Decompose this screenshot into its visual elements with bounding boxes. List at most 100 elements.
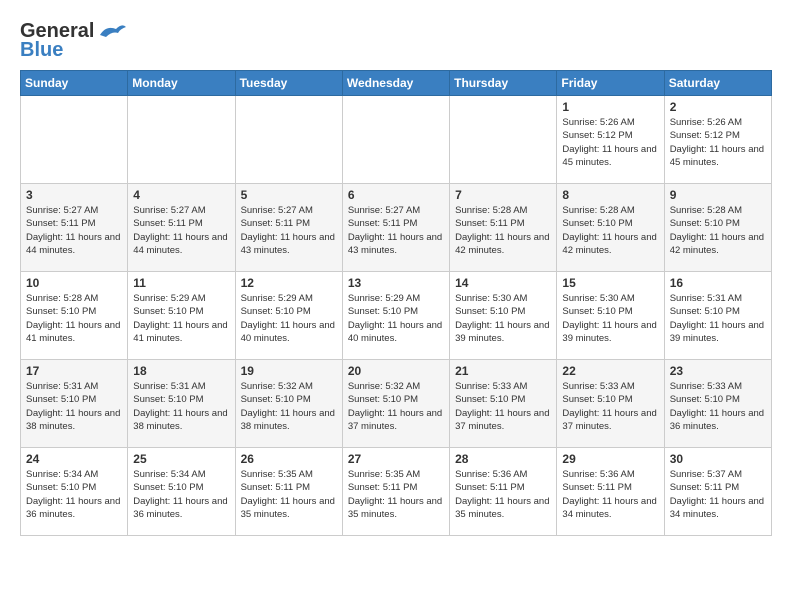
weekday-header-sunday: Sunday: [21, 71, 128, 96]
day-info: Sunrise: 5:30 AM Sunset: 5:10 PM Dayligh…: [455, 292, 551, 345]
calendar-cell: 20 Sunrise: 5:32 AM Sunset: 5:10 PM Dayli…: [342, 360, 449, 448]
calendar-cell: 8Sunrise: 5:28 AM Sunset: 5:10 PM Daylig…: [557, 184, 664, 272]
day-number: 25: [133, 452, 229, 466]
day-info: Sunrise: 5:30 AM Sunset: 5:10 PM Dayligh…: [562, 292, 658, 345]
calendar-table: SundayMondayTuesdayWednesdayThursdayFrid…: [20, 70, 772, 536]
day-number: 23: [670, 364, 766, 378]
calendar-cell: [128, 96, 235, 184]
day-number: 26: [241, 452, 337, 466]
calendar-cell: 6 Sunrise: 5:27 AM Sunset: 5:11 PM Daylig…: [342, 184, 449, 272]
day-info: Sunrise: 5:34 AM Sunset: 5:10 PM Dayligh…: [26, 468, 122, 521]
calendar-cell: 12Sunrise: 5:29 AM Sunset: 5:10 PM Dayli…: [235, 272, 342, 360]
day-info: Sunrise: 5:33 AM Sunset: 5:10 PM Dayligh…: [670, 380, 766, 433]
weekday-header-thursday: Thursday: [450, 71, 557, 96]
day-info: Sunrise: 5:29 AM Sunset: 5:10 PM Dayligh…: [348, 292, 444, 345]
weekday-header-friday: Friday: [557, 71, 664, 96]
day-info: Sunrise: 5:36 AM Sunset: 5:11 PM Dayligh…: [562, 468, 658, 521]
day-info: Sunrise: 5:28 AM Sunset: 5:10 PM Dayligh…: [26, 292, 122, 345]
day-info: Sunrise: 5:26 AM Sunset: 5:12 PM Dayligh…: [670, 116, 766, 169]
day-number: 16: [670, 276, 766, 290]
calendar-cell: 25 Sunrise: 5:34 AM Sunset: 5:10 PM Dayli…: [128, 448, 235, 536]
calendar-cell: 3 Sunrise: 5:27 AM Sunset: 5:11 PM Daylig…: [21, 184, 128, 272]
day-number: 5: [241, 188, 337, 202]
day-number: 27: [348, 452, 444, 466]
calendar-body: 1 Sunrise: 5:26 AM Sunset: 5:12 PM Daylig…: [21, 96, 772, 536]
day-info: Sunrise: 5:31 AM Sunset: 5:10 PM Dayligh…: [133, 380, 229, 433]
day-number: 24: [26, 452, 122, 466]
day-info: Sunrise: 5:31 AM Sunset: 5:10 PM Dayligh…: [670, 292, 766, 345]
day-info: Sunrise: 5:27 AM Sunset: 5:11 PM Dayligh…: [26, 204, 122, 257]
day-number: 1: [562, 100, 658, 114]
day-info: Sunrise: 5:28 AM Sunset: 5:10 PM Dayligh…: [670, 204, 766, 257]
day-number: 12: [241, 276, 337, 290]
day-number: 2: [670, 100, 766, 114]
day-info: Sunrise: 5:36 AM Sunset: 5:11 PM Dayligh…: [455, 468, 551, 521]
day-info: Sunrise: 5:33 AM Sunset: 5:10 PM Dayligh…: [455, 380, 551, 433]
day-info: Sunrise: 5:32 AM Sunset: 5:10 PM Dayligh…: [241, 380, 337, 433]
calendar-cell: 2 Sunrise: 5:26 AM Sunset: 5:12 PM Daylig…: [664, 96, 771, 184]
calendar-cell: 11 Sunrise: 5:29 AM Sunset: 5:10 PM Dayli…: [128, 272, 235, 360]
calendar-cell: 30Sunrise: 5:37 AM Sunset: 5:11 PM Dayli…: [664, 448, 771, 536]
calendar-week-5: 24 Sunrise: 5:34 AM Sunset: 5:10 PM Dayli…: [21, 448, 772, 536]
calendar-cell: 18 Sunrise: 5:31 AM Sunset: 5:10 PM Dayli…: [128, 360, 235, 448]
day-number: 6: [348, 188, 444, 202]
day-number: 19: [241, 364, 337, 378]
day-info: Sunrise: 5:33 AM Sunset: 5:10 PM Dayligh…: [562, 380, 658, 433]
calendar-week-2: 3 Sunrise: 5:27 AM Sunset: 5:11 PM Daylig…: [21, 184, 772, 272]
calendar-cell: 13 Sunrise: 5:29 AM Sunset: 5:10 PM Dayli…: [342, 272, 449, 360]
day-number: 29: [562, 452, 658, 466]
day-info: Sunrise: 5:27 AM Sunset: 5:11 PM Dayligh…: [133, 204, 229, 257]
calendar-cell: 22Sunrise: 5:33 AM Sunset: 5:10 PM Dayli…: [557, 360, 664, 448]
calendar-cell: 16 Sunrise: 5:31 AM Sunset: 5:10 PM Dayli…: [664, 272, 771, 360]
calendar-cell: 9 Sunrise: 5:28 AM Sunset: 5:10 PM Daylig…: [664, 184, 771, 272]
day-number: 11: [133, 276, 229, 290]
weekday-header-saturday: Saturday: [664, 71, 771, 96]
calendar-cell: [342, 96, 449, 184]
calendar-cell: 10 Sunrise: 5:28 AM Sunset: 5:10 PM Dayli…: [21, 272, 128, 360]
calendar-cell: 1 Sunrise: 5:26 AM Sunset: 5:12 PM Daylig…: [557, 96, 664, 184]
day-number: 3: [26, 188, 122, 202]
day-info: Sunrise: 5:32 AM Sunset: 5:10 PM Dayligh…: [348, 380, 444, 433]
logo-blue: Blue: [20, 39, 63, 62]
calendar-cell: 5Sunrise: 5:27 AM Sunset: 5:11 PM Daylig…: [235, 184, 342, 272]
calendar-cell: 23 Sunrise: 5:33 AM Sunset: 5:10 PM Dayli…: [664, 360, 771, 448]
weekday-header-row: SundayMondayTuesdayWednesdayThursdayFrid…: [21, 71, 772, 96]
calendar-cell: 7 Sunrise: 5:28 AM Sunset: 5:11 PM Daylig…: [450, 184, 557, 272]
calendar-cell: 29 Sunrise: 5:36 AM Sunset: 5:11 PM Dayli…: [557, 448, 664, 536]
day-info: Sunrise: 5:34 AM Sunset: 5:10 PM Dayligh…: [133, 468, 229, 521]
calendar-week-3: 10 Sunrise: 5:28 AM Sunset: 5:10 PM Dayli…: [21, 272, 772, 360]
calendar-cell: 17 Sunrise: 5:31 AM Sunset: 5:10 PM Dayli…: [21, 360, 128, 448]
header: General Blue: [20, 20, 772, 62]
weekday-header-monday: Monday: [128, 71, 235, 96]
day-number: 4: [133, 188, 229, 202]
day-info: Sunrise: 5:26 AM Sunset: 5:12 PM Dayligh…: [562, 116, 658, 169]
day-info: Sunrise: 5:37 AM Sunset: 5:11 PM Dayligh…: [670, 468, 766, 521]
day-number: 18: [133, 364, 229, 378]
day-info: Sunrise: 5:28 AM Sunset: 5:10 PM Dayligh…: [562, 204, 658, 257]
day-number: 10: [26, 276, 122, 290]
day-number: 28: [455, 452, 551, 466]
day-number: 13: [348, 276, 444, 290]
day-info: Sunrise: 5:31 AM Sunset: 5:10 PM Dayligh…: [26, 380, 122, 433]
calendar-week-4: 17 Sunrise: 5:31 AM Sunset: 5:10 PM Dayli…: [21, 360, 772, 448]
day-number: 20: [348, 364, 444, 378]
day-info: Sunrise: 5:27 AM Sunset: 5:11 PM Dayligh…: [348, 204, 444, 257]
day-info: Sunrise: 5:29 AM Sunset: 5:10 PM Dayligh…: [133, 292, 229, 345]
calendar-cell: 19 Sunrise: 5:32 AM Sunset: 5:10 PM Dayli…: [235, 360, 342, 448]
day-number: 17: [26, 364, 122, 378]
calendar-cell: 14Sunrise: 5:30 AM Sunset: 5:10 PM Dayli…: [450, 272, 557, 360]
day-info: Sunrise: 5:28 AM Sunset: 5:11 PM Dayligh…: [455, 204, 551, 257]
day-info: Sunrise: 5:35 AM Sunset: 5:11 PM Dayligh…: [241, 468, 337, 521]
day-number: 9: [670, 188, 766, 202]
calendar-cell: 4 Sunrise: 5:27 AM Sunset: 5:11 PM Daylig…: [128, 184, 235, 272]
day-number: 7: [455, 188, 551, 202]
calendar-cell: 15Sunrise: 5:30 AM Sunset: 5:10 PM Dayli…: [557, 272, 664, 360]
calendar-cell: 27Sunrise: 5:35 AM Sunset: 5:11 PM Dayli…: [342, 448, 449, 536]
calendar-cell: [450, 96, 557, 184]
weekday-header-tuesday: Tuesday: [235, 71, 342, 96]
calendar-cell: [21, 96, 128, 184]
weekday-header-wednesday: Wednesday: [342, 71, 449, 96]
calendar-cell: 24 Sunrise: 5:34 AM Sunset: 5:10 PM Dayli…: [21, 448, 128, 536]
logo: General Blue: [20, 20, 128, 62]
logo-bird-icon: [96, 21, 128, 43]
